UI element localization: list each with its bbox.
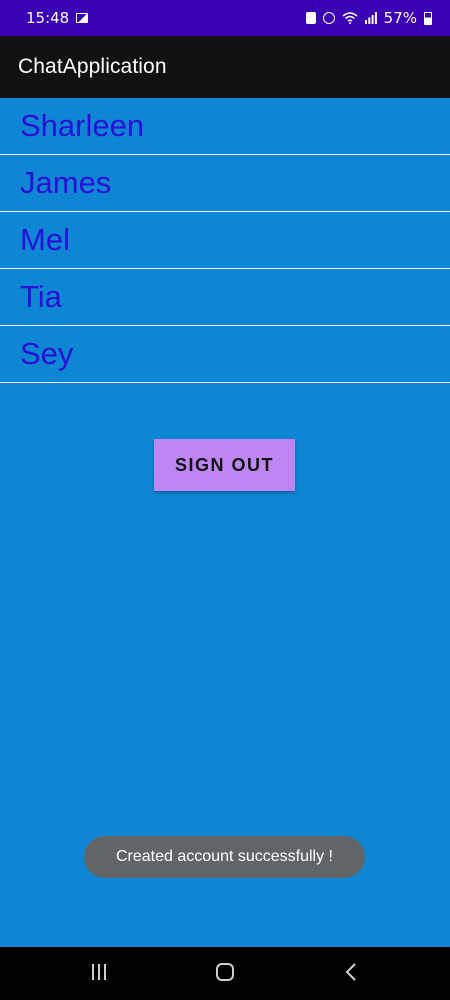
recents-button[interactable] — [59, 947, 139, 1000]
user-name: James — [20, 165, 112, 200]
user-list: Sharleen James Mel Tia Sey — [0, 98, 450, 383]
user-name: Tia — [20, 279, 62, 314]
image-icon — [76, 13, 89, 23]
sign-out-button[interactable]: SIGN OUT — [154, 439, 295, 491]
list-item-user[interactable]: James — [0, 155, 450, 212]
user-name: Sharleen — [20, 108, 145, 143]
user-name: Sey — [20, 336, 74, 371]
status-time: 15:48 — [26, 9, 70, 27]
navigation-bar — [0, 947, 450, 1000]
back-icon — [344, 962, 358, 986]
lock-icon — [305, 12, 316, 24]
list-item-user[interactable]: Tia — [0, 269, 450, 326]
back-button[interactable] — [311, 947, 391, 1000]
app-title: ChatApplication — [18, 55, 167, 78]
user-name: Mel — [20, 222, 70, 257]
status-bar: 15:48 57% — [0, 0, 450, 36]
list-item-user[interactable]: Sharleen — [0, 98, 450, 155]
status-bar-right: 57% — [305, 9, 432, 27]
list-item-user[interactable]: Mel — [0, 212, 450, 269]
recents-icon — [90, 963, 108, 985]
toast-text: Created account successfully ! — [116, 848, 333, 865]
app-bar: ChatApplication — [0, 36, 450, 98]
list-item-user[interactable]: Sey — [0, 326, 450, 383]
battery-icon — [424, 11, 432, 25]
wifi-icon — [342, 12, 358, 24]
home-button[interactable] — [185, 947, 265, 1000]
alarm-icon — [322, 12, 335, 24]
home-icon — [215, 962, 235, 986]
signal-icon — [364, 12, 377, 24]
status-bar-left: 15:48 — [26, 9, 89, 27]
toast-message: Created account successfully ! — [84, 836, 365, 878]
battery-percent: 57% — [383, 9, 417, 27]
